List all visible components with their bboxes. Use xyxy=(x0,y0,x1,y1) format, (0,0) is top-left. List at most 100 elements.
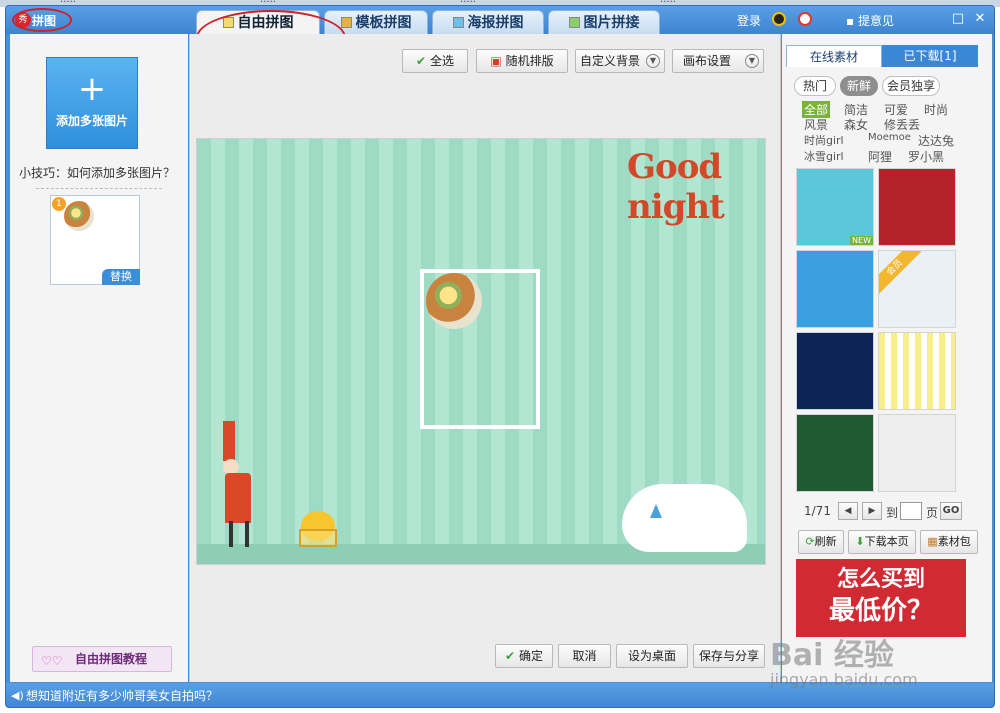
tutorial-button[interactable]: ♡♡ 自由拼图教程 xyxy=(32,646,172,672)
random-layout-label: 随机排版 xyxy=(505,54,554,68)
collage-canvas[interactable]: Good night xyxy=(196,138,766,565)
template-collage-icon xyxy=(340,17,352,28)
materials-grid: NEW 会员 xyxy=(796,168,958,494)
random-layout-button[interactable]: ▣ 随机排版 xyxy=(476,49,568,73)
category-item[interactable]: 时尚girl xyxy=(804,132,844,148)
confirm-label: 确定 xyxy=(518,649,543,663)
material-thumbnail[interactable] xyxy=(878,414,956,492)
feedback-link[interactable]: ▪ 提意见 xyxy=(846,12,894,29)
next-page-icon[interactable]: ▶ xyxy=(862,502,882,520)
category-item[interactable]: 达达兔 xyxy=(918,132,954,149)
download-page-button[interactable]: ⬇下载本页 xyxy=(848,530,916,554)
package-icon: ▦ xyxy=(927,535,938,548)
divider xyxy=(36,188,162,189)
maximize-icon[interactable]: □ xyxy=(951,12,965,26)
select-all-label: 全选 xyxy=(429,54,454,68)
speaker-icon: ◀) xyxy=(11,689,24,702)
material-pack-label: 素材包 xyxy=(937,535,971,548)
page-unit-label: 页 xyxy=(926,506,939,520)
poster-collage-icon xyxy=(452,17,464,28)
tall-hat-person-illustration xyxy=(215,421,267,553)
material-actions: ⟳刷新 ⬇下载本页 ▦素材包 xyxy=(792,530,982,554)
canvas-settings-label: 画布设置 xyxy=(683,54,732,68)
placed-photo[interactable] xyxy=(426,273,482,329)
tab-label: 模板拼图 xyxy=(355,15,412,31)
tab-poster-collage[interactable]: 海报拼图 xyxy=(432,10,544,34)
tab-image-stitch[interactable]: 图片拼接 xyxy=(548,10,660,34)
download-page-label: 下载本页 xyxy=(864,535,909,548)
save-share-button[interactable]: 保存与分享 xyxy=(693,644,765,668)
tutorial-label: 自由拼图教程 xyxy=(75,652,148,666)
new-badge: NEW xyxy=(850,236,873,245)
chevron-down-icon: ▼ xyxy=(745,54,759,68)
title-bar: 秀 拼图 自由拼图 模板拼图 海报拼图 图片拼接 登录 ▪ 提意见 □ ✕ xyxy=(6,6,994,66)
materials-panel: 在线素材 已下载[1] 热门 新鲜 会员独享 全部 简洁 可爱 时尚 风景 森女… xyxy=(782,34,992,682)
category-item[interactable]: 阿狸 xyxy=(868,148,892,165)
tip-link[interactable]: 小技巧：如何添加多张图片？ xyxy=(19,164,175,181)
tab-label: 图片拼接 xyxy=(583,15,640,31)
dice-icon: ▣ xyxy=(490,54,502,68)
download-icon: ⬇ xyxy=(855,535,865,548)
category-item[interactable]: Moemoe xyxy=(868,132,911,143)
app-logo: 秀 拼图 xyxy=(12,8,72,32)
material-thumbnail[interactable] xyxy=(796,414,874,492)
go-button[interactable]: GO xyxy=(940,502,962,520)
category-item[interactable]: 冰雪girl xyxy=(804,148,844,164)
prev-page-icon[interactable]: ◀ xyxy=(838,502,858,520)
pill-vip[interactable]: 会员独享 xyxy=(882,76,940,96)
page-indicator: 1/71 xyxy=(804,504,831,518)
good-night-text: Good night xyxy=(627,147,725,227)
material-thumbnail[interactable] xyxy=(796,332,874,410)
confirm-button[interactable]: ✔ 确定 xyxy=(495,644,553,668)
login-link[interactable]: 登录 xyxy=(737,12,761,29)
add-images-button[interactable]: + 添加多张图片 xyxy=(46,57,138,149)
category-item[interactable]: 修丢丢 xyxy=(884,116,920,133)
canvas-settings-dropdown[interactable]: 画布设置 ▼ xyxy=(672,49,764,73)
chevron-down-icon: ▼ xyxy=(646,54,660,68)
photo-frame[interactable] xyxy=(420,269,540,429)
material-thumbnail[interactable]: NEW xyxy=(796,168,874,246)
material-thumbnail[interactable]: 会员 xyxy=(878,250,956,328)
annotation-circle xyxy=(12,8,72,32)
custom-background-dropdown[interactable]: 自定义背景 ▼ xyxy=(575,49,665,73)
select-all-button[interactable]: ✔ 全选 xyxy=(402,49,468,73)
tab-downloaded[interactable]: 已下载[1] xyxy=(882,45,978,67)
ad-line-2: 最低价？ xyxy=(828,596,933,626)
pill-fresh[interactable]: 新鲜 xyxy=(840,76,878,96)
ad-banner[interactable]: 怎么买到 最低价？ xyxy=(796,559,966,637)
replace-button[interactable]: 替换 xyxy=(102,269,140,285)
close-icon[interactable]: ✕ xyxy=(973,12,987,26)
set-desktop-button[interactable]: 设为桌面 xyxy=(616,644,688,668)
cancel-button[interactable]: 取消 xyxy=(558,644,611,668)
tab-online-materials[interactable]: 在线素材 xyxy=(786,45,882,67)
material-pack-button[interactable]: ▦素材包 xyxy=(920,530,978,554)
materials-tabs: 在线素材 已下载[1] xyxy=(786,45,984,67)
category-item[interactable]: 风景 xyxy=(804,116,828,133)
yellow-ball-cart-illustration xyxy=(299,511,337,551)
pager: 1/71 ◀ ▶ 到 页 GO xyxy=(796,501,986,521)
app-window: 秀 拼图 自由拼图 模板拼图 海报拼图 图片拼接 登录 ▪ 提意见 □ ✕ + … xyxy=(5,5,995,708)
left-panel: + 添加多张图片 小技巧：如何添加多张图片？ 1 替换 ♡♡ 自由拼图教程 xyxy=(10,34,188,682)
material-thumbnail[interactable] xyxy=(878,332,956,410)
weibo-icon[interactable] xyxy=(798,12,812,26)
refresh-button[interactable]: ⟳刷新 xyxy=(798,530,844,554)
page-to-label: 到 xyxy=(886,506,899,520)
category-item[interactable]: 森女 xyxy=(844,116,868,133)
image-thumbnail[interactable]: 1 替换 xyxy=(50,195,140,285)
image-stitch-icon xyxy=(568,17,580,28)
refresh-icon: ⟳ xyxy=(805,535,815,548)
thumbnail-index-badge: 1 xyxy=(52,197,66,211)
page-input[interactable] xyxy=(900,502,922,520)
qq-icon[interactable] xyxy=(772,12,786,26)
pill-hot[interactable]: 热门 xyxy=(794,76,836,96)
status-message[interactable]: 想知道附近有多少帅哥美女自拍吗？ xyxy=(26,689,218,703)
tab-label: 海报拼图 xyxy=(467,15,524,31)
editor-area: ✔ 全选 ▣ 随机排版 自定义背景 ▼ 画布设置 ▼ Good night ✔ … xyxy=(189,34,781,682)
material-thumbnail[interactable] xyxy=(878,168,956,246)
material-thumbnail[interactable] xyxy=(796,250,874,328)
category-item[interactable]: 罗小黑 xyxy=(908,148,944,165)
check-circle-icon: ✔ xyxy=(505,649,516,663)
ad-line-1: 怎么买到 xyxy=(836,567,925,592)
refresh-label: 刷新 xyxy=(814,535,837,548)
category-item[interactable]: 时尚 xyxy=(924,101,948,118)
